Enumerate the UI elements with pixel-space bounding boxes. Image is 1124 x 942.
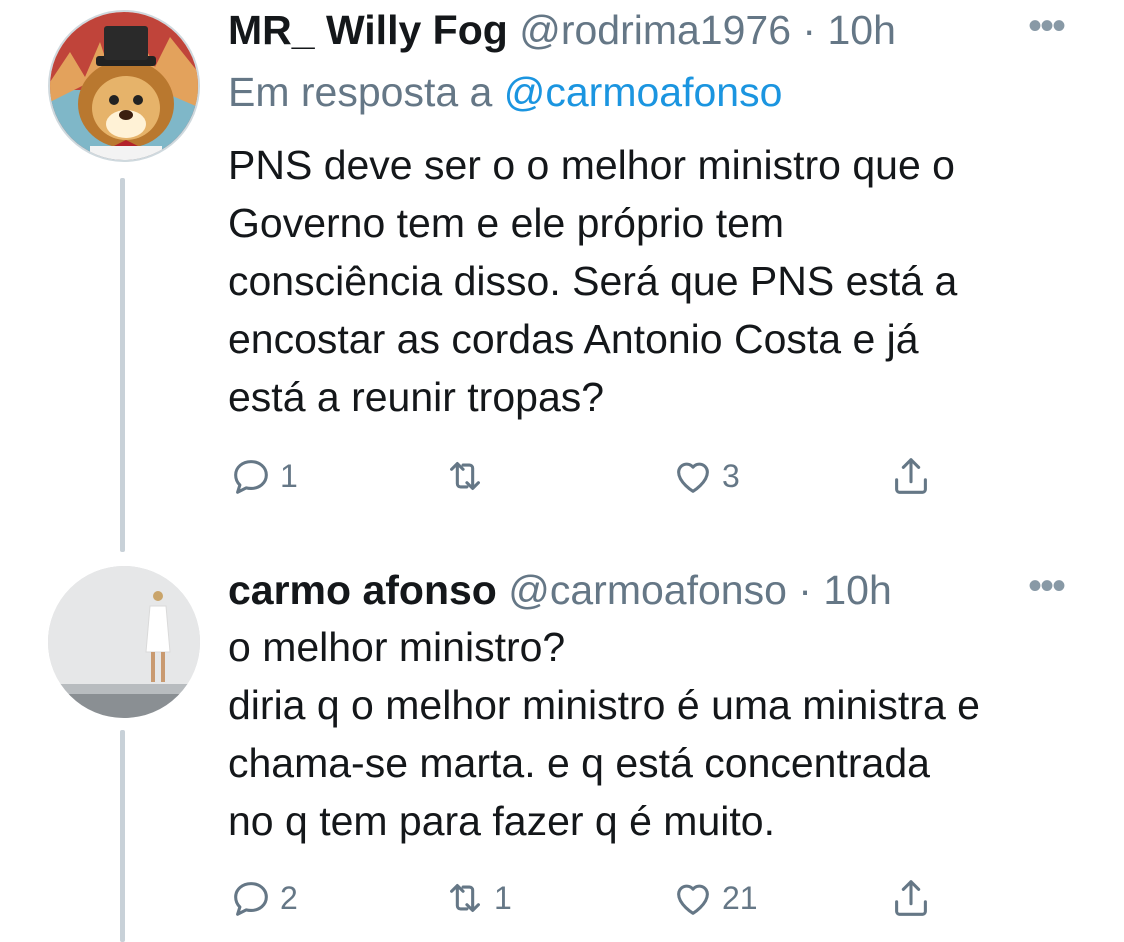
woman-by-wall-avatar-image bbox=[48, 566, 200, 718]
retweet-icon bbox=[450, 884, 480, 912]
like-count: 3 bbox=[722, 457, 740, 494]
timestamp[interactable]: 10h bbox=[823, 567, 891, 613]
share-button[interactable] bbox=[888, 446, 934, 506]
tweet-actions: 2 1 21 bbox=[228, 868, 988, 928]
more-options-icon[interactable]: ••• bbox=[1028, 566, 1066, 606]
user-handle[interactable]: @rodrima1976 bbox=[519, 7, 791, 53]
reply-icon bbox=[234, 882, 268, 916]
timestamp[interactable]: 10h bbox=[827, 7, 895, 53]
reply-context: Em resposta a @carmoafonso bbox=[228, 68, 782, 116]
heart-icon bbox=[677, 884, 709, 915]
avatar[interactable] bbox=[48, 10, 200, 162]
share-icon bbox=[895, 458, 927, 494]
tweet-header: carmo afonso @carmoafonso · 10h bbox=[228, 566, 892, 614]
tweet-text-line: chama-se marta. e q está concentrada bbox=[228, 740, 930, 786]
tweet-text-line: está a reunir tropas? bbox=[228, 374, 605, 420]
tweet-text-line: no q tem para fazer q é muito. bbox=[228, 798, 775, 844]
retweet-count: 1 bbox=[494, 879, 512, 916]
separator-dot: · bbox=[802, 7, 817, 53]
retweet-button[interactable] bbox=[442, 446, 494, 506]
tweet[interactable]: carmo afonso @carmoafonso · 10h ••• o me… bbox=[0, 560, 1124, 942]
reply-mention-link[interactable]: @carmoafonso bbox=[504, 69, 783, 115]
reply-count: 1 bbox=[280, 457, 298, 494]
thread-line bbox=[120, 178, 125, 552]
like-button[interactable]: 21 bbox=[670, 868, 758, 928]
reply-count: 2 bbox=[280, 879, 298, 916]
more-options-icon[interactable]: ••• bbox=[1028, 6, 1066, 46]
reply-prefix: Em resposta a bbox=[228, 69, 493, 115]
reply-button[interactable]: 1 bbox=[228, 446, 298, 506]
tweet-text-line: consciência disso. Será que PNS está a bbox=[228, 258, 958, 304]
retweet-button[interactable]: 1 bbox=[442, 868, 512, 928]
tweet-text: o melhor ministro? diria q o melhor mini… bbox=[228, 618, 1098, 850]
tweet[interactable]: MR_ Willy Fog @rodrima1976 · 10h ••• Em … bbox=[0, 0, 1124, 560]
tweet-text-line: o melhor ministro? bbox=[228, 624, 566, 670]
tweet-text-line: diria q o melhor ministro é uma ministra… bbox=[228, 682, 980, 728]
display-name[interactable]: carmo afonso bbox=[228, 567, 497, 613]
thread-line bbox=[120, 730, 125, 942]
reply-button[interactable]: 2 bbox=[228, 868, 298, 928]
tweet-header: MR_ Willy Fog @rodrima1976 · 10h bbox=[228, 6, 896, 54]
tweet-text-line: PNS deve ser o o melhor ministro que o bbox=[228, 142, 955, 188]
share-icon bbox=[895, 880, 927, 916]
tweet-actions: 1 3 bbox=[228, 446, 988, 506]
reply-icon bbox=[234, 460, 268, 494]
separator-dot: · bbox=[798, 567, 812, 613]
tweet-text-line: Governo tem e ele próprio tem bbox=[228, 200, 785, 246]
like-count: 21 bbox=[722, 879, 758, 916]
tweet-text-line: encostar as cordas Antonio Costa e já bbox=[228, 316, 919, 362]
share-button[interactable] bbox=[888, 868, 934, 928]
avatar[interactable] bbox=[48, 566, 200, 718]
user-handle[interactable]: @carmoafonso bbox=[508, 567, 787, 613]
lion-cartoon-avatar-image bbox=[50, 12, 198, 160]
like-button[interactable]: 3 bbox=[670, 446, 740, 506]
retweet-icon bbox=[450, 462, 480, 490]
display-name[interactable]: MR_ Willy Fog bbox=[228, 7, 508, 53]
tweet-text: PNS deve ser o o melhor ministro que o G… bbox=[228, 136, 1098, 426]
heart-icon bbox=[677, 462, 709, 493]
